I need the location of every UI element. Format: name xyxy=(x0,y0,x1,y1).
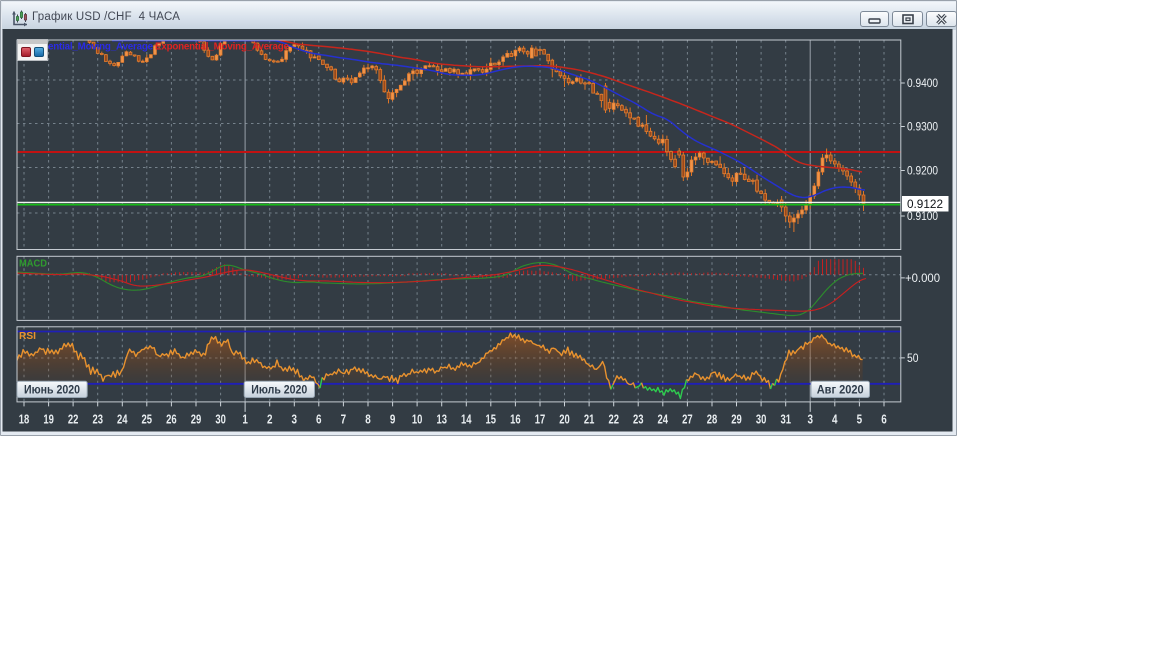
svg-text:18: 18 xyxy=(19,413,30,427)
svg-text:0.9200: 0.9200 xyxy=(907,166,938,178)
svg-text:7: 7 xyxy=(341,413,347,427)
svg-text:Июль 2020: Июль 2020 xyxy=(251,384,307,396)
svg-text:29: 29 xyxy=(191,413,202,427)
svg-text:0.9300: 0.9300 xyxy=(907,122,938,134)
svg-text:17: 17 xyxy=(535,413,546,427)
svg-text:Exponential_Moving_Average: Exponential_Moving_Average xyxy=(155,42,290,53)
svg-text:23: 23 xyxy=(92,413,103,427)
svg-text:14: 14 xyxy=(461,413,472,427)
svg-text:0.9122: 0.9122 xyxy=(907,199,943,211)
svg-text:19: 19 xyxy=(43,413,54,427)
svg-text:6: 6 xyxy=(881,413,887,427)
svg-text:16: 16 xyxy=(510,413,521,427)
svg-text:29: 29 xyxy=(731,413,742,427)
svg-text:4: 4 xyxy=(832,413,838,427)
svg-text:6: 6 xyxy=(316,413,322,427)
svg-text:28: 28 xyxy=(707,413,718,427)
svg-text:ential_Moving_Average: ential_Moving_Average xyxy=(48,42,154,53)
svg-text:13: 13 xyxy=(436,413,447,427)
svg-text:10: 10 xyxy=(412,413,423,427)
svg-text:30: 30 xyxy=(215,413,226,427)
svg-text:Июнь 2020: Июнь 2020 xyxy=(24,384,80,396)
svg-text:8: 8 xyxy=(365,413,371,427)
svg-text:22: 22 xyxy=(68,413,79,427)
svg-text:9: 9 xyxy=(390,413,396,427)
svg-text:20: 20 xyxy=(559,413,570,427)
svg-text:50: 50 xyxy=(907,353,919,365)
svg-text:30: 30 xyxy=(756,413,767,427)
svg-text:21: 21 xyxy=(584,413,595,427)
svg-text:31: 31 xyxy=(780,413,791,427)
svg-text:23: 23 xyxy=(633,413,644,427)
svg-text:24: 24 xyxy=(117,413,128,427)
svg-text:22: 22 xyxy=(608,413,619,427)
svg-text:2: 2 xyxy=(267,413,273,427)
svg-text:5: 5 xyxy=(857,413,863,427)
svg-text:3: 3 xyxy=(807,413,813,427)
svg-text:0.9400: 0.9400 xyxy=(907,78,938,90)
svg-text:0.9100: 0.9100 xyxy=(907,211,938,223)
svg-text:15: 15 xyxy=(486,413,497,427)
svg-text:24: 24 xyxy=(658,413,669,427)
svg-text:1: 1 xyxy=(242,413,248,427)
svg-text:Авг 2020: Авг 2020 xyxy=(817,384,864,396)
svg-text:25: 25 xyxy=(142,413,153,427)
svg-text:27: 27 xyxy=(682,413,693,427)
svg-text:MACD: MACD xyxy=(19,258,47,270)
svg-text:+0.000: +0.000 xyxy=(905,273,940,285)
svg-text:3: 3 xyxy=(292,413,298,427)
svg-text:26: 26 xyxy=(166,413,177,427)
svg-text:RSI: RSI xyxy=(19,330,36,342)
